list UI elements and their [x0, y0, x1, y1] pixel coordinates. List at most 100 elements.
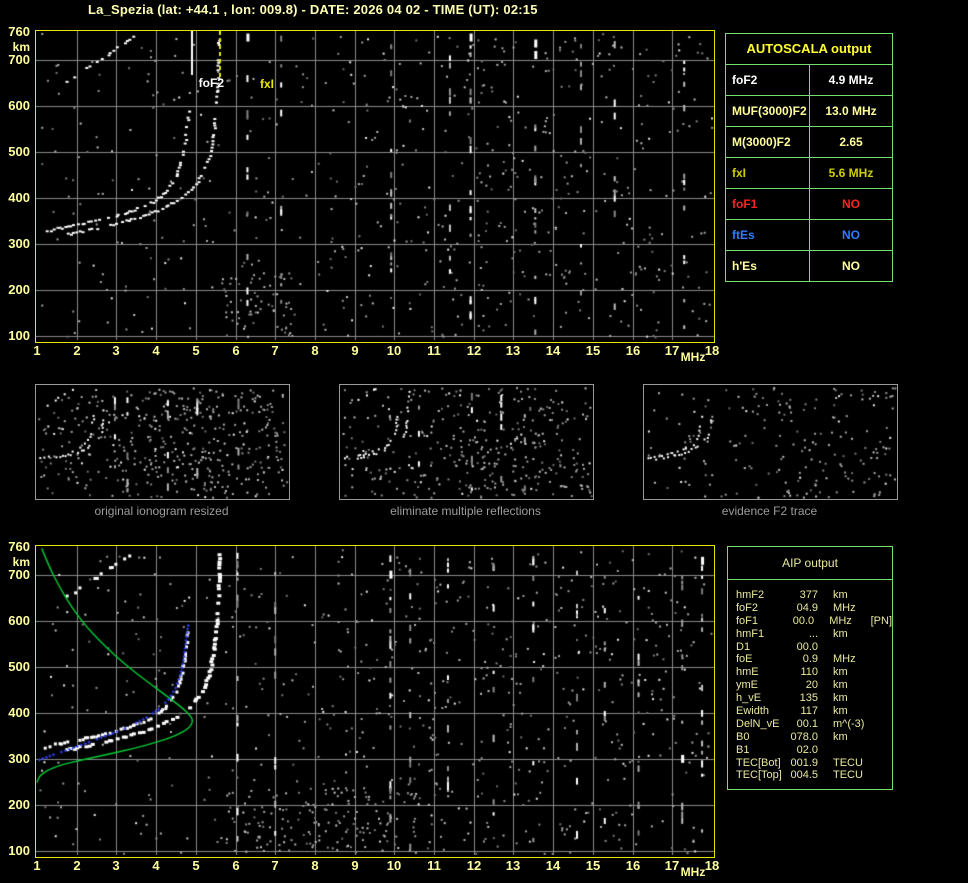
fof2-marker-label: foF2	[198, 76, 224, 90]
top-x-axis-tick: 14	[545, 343, 561, 358]
bottom-y-axis-tick: 600	[8, 613, 30, 628]
aip-row-extra	[867, 705, 876, 718]
aip-row-unit: TECU	[833, 756, 863, 769]
aip-row: B1 02.0	[736, 744, 892, 757]
autoscala-row: foF2 4.9 MHz	[726, 65, 892, 96]
top-x-axis-tick: 7	[271, 343, 279, 358]
bottom-x-axis-tick: 6	[232, 858, 240, 873]
bottom-x-axis-tick: 10	[386, 858, 402, 873]
top-y-axis-tick: 200	[8, 282, 30, 297]
bottom-y-axis-tick: 700	[8, 567, 30, 582]
aip-row-value: 001.9	[790, 756, 818, 769]
top-y-axis-tick: 760	[8, 24, 30, 39]
top-y-axis-tick: 500	[8, 144, 30, 159]
aip-row-value: 02.0	[796, 743, 818, 756]
aip-row-name: foF2	[736, 601, 759, 614]
aip-row: TEC[Bot] 001.9 TECU	[736, 757, 892, 770]
thumbnail-original-ionogram	[35, 384, 290, 500]
aip-row: Ewidth 117 km	[736, 705, 892, 718]
bottom-y-axis-tick: 500	[8, 659, 30, 674]
bottom-ionogram-canvas	[36, 546, 714, 855]
thumbnail-eliminate-canvas	[340, 385, 593, 499]
bottom-y-axis-tick: 400	[8, 705, 30, 720]
aip-row-unit: km	[833, 679, 848, 692]
aip-row-unit	[818, 641, 867, 654]
aip-row: B0 078.0 km	[736, 731, 892, 744]
thumbnail-evidence-canvas	[644, 385, 897, 499]
aip-row-value: 20	[805, 679, 818, 692]
aip-row-extra	[867, 757, 876, 770]
aip-row-extra	[867, 731, 876, 744]
aip-row-unit: km	[833, 730, 848, 743]
thumbnail-eliminate-reflections	[339, 384, 594, 500]
aip-row-value: 04.9	[796, 601, 818, 614]
bottom-x-axis-tick: 14	[545, 858, 561, 873]
bottom-x-axis-tick: 4	[152, 858, 160, 873]
top-y-axis-tick: 100	[8, 328, 30, 343]
aip-row: foE 0.9 MHz	[736, 653, 892, 666]
autoscala-row-label: foF2	[726, 65, 810, 95]
top-x-axis-tick: 6	[232, 343, 240, 358]
top-x-axis-tick: 3	[112, 343, 120, 358]
aip-row: DelN_vE 00.1 m^(-3)	[736, 718, 892, 731]
autoscala-row-label: M(3000)F2	[726, 127, 810, 157]
autoscala-row-label: ftEs	[726, 220, 810, 250]
aip-row-name: hmF1	[736, 627, 765, 640]
aip-row-value: 135	[799, 692, 818, 705]
autoscala-row: MUF(3000)F2 13.0 MHz	[726, 96, 892, 127]
aip-row-unit: MHz	[833, 601, 856, 614]
autoscala-row-label: fxI	[726, 158, 810, 188]
bottom-y-axis-tick: 760	[8, 539, 30, 554]
autoscala-row-value: NO	[842, 259, 860, 273]
top-y-axis-tick: 600	[8, 98, 30, 113]
aip-row-name: TEC[Bot]	[736, 756, 781, 769]
top-x-axis-tick: 11	[427, 343, 441, 358]
autoscala-row: ftEs NO	[726, 220, 892, 251]
aip-row-extra	[867, 718, 876, 731]
aip-row-name: foF1	[736, 614, 759, 627]
bottom-y-axis-tick: 100	[8, 843, 30, 858]
top-ionogram-canvas	[36, 31, 714, 340]
autoscala-row-value: 4.9 MHz	[828, 73, 874, 87]
aip-row-value: 0.9	[802, 653, 818, 666]
aip-row-unit: m^(-3)	[833, 717, 865, 730]
autoscala-row-value: NO	[842, 228, 860, 242]
top-x-axis-tick: 4	[152, 343, 160, 358]
aip-row-extra	[867, 602, 876, 615]
aip-row-extra	[867, 744, 876, 757]
bottom-y-axis-tick: 300	[8, 751, 30, 766]
top-x-axis-tick: 15	[585, 343, 601, 358]
aip-row-name: B1	[736, 743, 750, 756]
aip-row-value: 078.0	[790, 730, 818, 743]
aip-row: hmF1... km	[736, 628, 892, 641]
aip-row-unit: km	[833, 705, 848, 718]
thumbnail-caption-original: original ionogram resized	[94, 504, 229, 518]
aip-row: hmE 110 km	[736, 666, 892, 679]
aip-row-value: 377	[799, 589, 818, 601]
thumbnail-caption-evidence: evidence F2 trace	[721, 504, 818, 518]
autoscala-row-value: 13.0 MHz	[825, 104, 877, 118]
aip-row-extra	[867, 628, 876, 641]
aip-row-value: 117	[800, 705, 818, 718]
aip-output-table: AIP output hmF2 377 km foF2 04.9 MHz foF1 00.0 M…	[727, 546, 893, 791]
thumbnail-evidence-f2	[643, 384, 898, 500]
thumbnail-original-canvas	[36, 385, 289, 499]
aip-row-extra	[867, 769, 876, 782]
aip-row-value: 00.0	[792, 614, 815, 627]
aip-row-unit: TECU	[833, 769, 863, 782]
aip-row-unit: MHz	[829, 614, 852, 627]
aip-row-extra	[867, 666, 876, 679]
bottom-x-axis-tick: 2	[73, 858, 81, 873]
bottom-x-axis-tick: 12	[466, 858, 482, 873]
bottom-x-axis-tick: 15	[585, 858, 601, 873]
autoscala-row-label: MUF(3000)F2	[726, 96, 810, 126]
aip-row: foF1 00.0 MHz [PN]	[736, 615, 892, 628]
bottom-x-axis-tick: 13	[505, 858, 521, 873]
autoscala-row: fxI 5.6 MHz	[726, 158, 892, 189]
fxi-marker-label: fxI	[260, 77, 275, 91]
top-x-axis-tick: 13	[505, 343, 521, 358]
aip-row-value: 00.0	[796, 640, 818, 653]
bottom-x-axis-tick: 11	[427, 858, 441, 873]
aip-row-name: ymE	[736, 679, 758, 692]
aip-row-value: 00.1	[796, 717, 818, 730]
